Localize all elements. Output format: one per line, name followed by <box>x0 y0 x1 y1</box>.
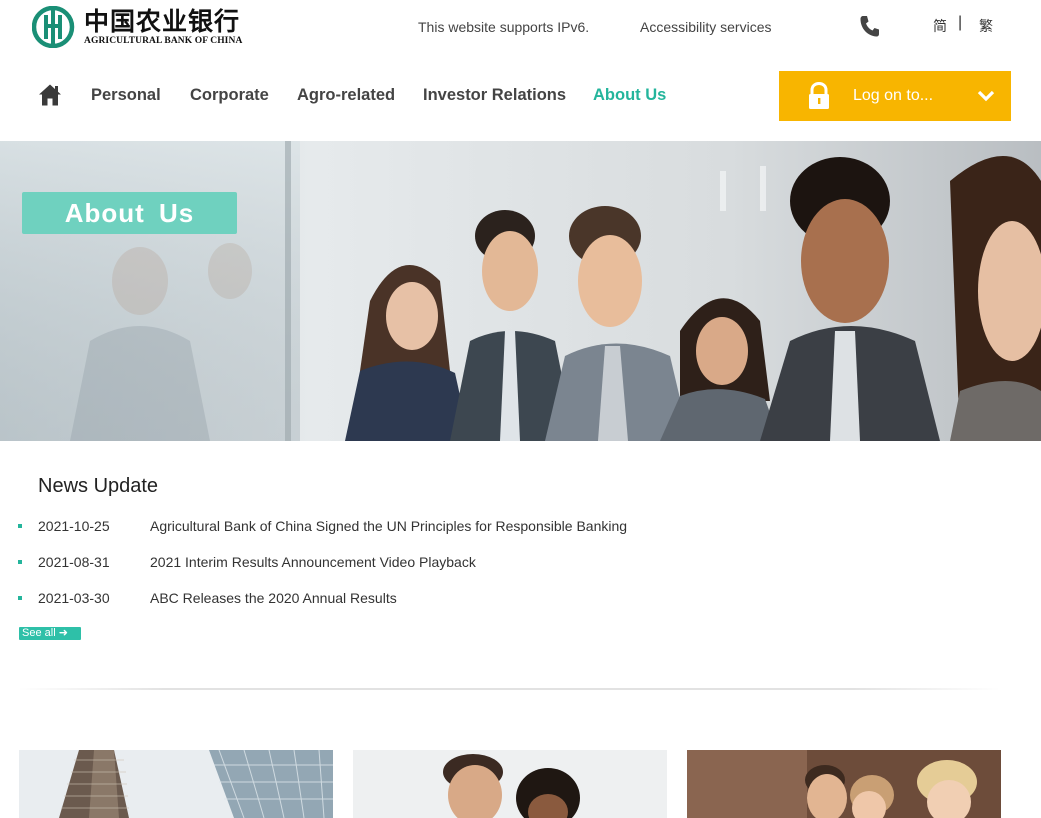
main-nav: Personal Corporate Agro-related Investor… <box>0 70 1041 122</box>
bullet-icon <box>18 524 22 528</box>
banner-title: About Us <box>22 192 237 234</box>
nav-item-corporate[interactable]: Corporate <box>190 86 269 105</box>
card-image-team[interactable] <box>353 750 667 818</box>
chevron-down-icon <box>977 88 995 104</box>
meeting-photo <box>687 750 1001 818</box>
banner-photo-business-people <box>0 141 1041 441</box>
lang-traditional-chinese[interactable]: 繁 <box>979 16 993 36</box>
nav-item-investor-relations[interactable]: Investor Relations <box>423 86 566 105</box>
card-image-buildings[interactable] <box>19 750 333 818</box>
phone-icon[interactable] <box>858 14 880 38</box>
accessibility-link[interactable]: Accessibility services <box>640 19 771 35</box>
news-heading: News Update <box>38 475 159 497</box>
ipv6-notice: This website supports IPv6. <box>418 19 590 35</box>
bullet-icon <box>18 596 22 600</box>
bank-name-chinese: 中国农业银行 <box>84 6 241 36</box>
news-item[interactable]: 2021-03-30 ABC Releases the 2020 Annual … <box>18 586 718 622</box>
news-date: 2021-03-30 <box>38 590 110 606</box>
news-item[interactable]: 2021-08-31 2021 Interim Results Announce… <box>18 550 718 586</box>
skyscraper-photo <box>19 750 333 818</box>
lock-icon <box>807 81 831 110</box>
news-date: 2021-10-25 <box>38 518 110 534</box>
nav-item-personal[interactable]: Personal <box>91 86 161 105</box>
bank-name-english: AGRICULTURAL BANK OF CHINA <box>84 35 243 46</box>
home-icon[interactable] <box>38 83 62 107</box>
team-photo <box>353 750 667 818</box>
top-bar: 中国农业银行 AGRICULTURAL BANK OF CHINA This w… <box>0 0 1041 56</box>
bank-logo[interactable]: 中国农业银行 AGRICULTURAL BANK OF CHINA <box>31 5 243 49</box>
news-title-link[interactable]: Agricultural Bank of China Signed the UN… <box>150 518 627 534</box>
login-dropdown-button[interactable]: Log on to... <box>779 71 1011 121</box>
news-list: 2021-10-25 Agricultural Bank of China Si… <box>18 514 718 622</box>
news-date: 2021-08-31 <box>38 554 110 570</box>
news-title-link[interactable]: ABC Releases the 2020 Annual Results <box>150 590 397 606</box>
login-label: Log on to... <box>853 87 934 104</box>
nav-item-about-us[interactable]: About Us <box>593 86 666 105</box>
news-title-link[interactable]: 2021 Interim Results Announcement Video … <box>150 554 476 570</box>
section-divider <box>18 688 1000 690</box>
card-image-meeting[interactable] <box>687 750 1001 818</box>
news-item[interactable]: 2021-10-25 Agricultural Bank of China Si… <box>18 514 718 550</box>
lang-separator: | <box>958 14 963 31</box>
nav-item-agro-related[interactable]: Agro-related <box>297 86 395 105</box>
bullet-icon <box>18 560 22 564</box>
about-us-banner: About Us <box>0 141 1041 441</box>
lang-simplified-chinese[interactable]: 简 <box>933 16 947 36</box>
bank-logo-icon <box>31 5 76 49</box>
see-all-button[interactable]: See all ➜ <box>19 627 81 640</box>
